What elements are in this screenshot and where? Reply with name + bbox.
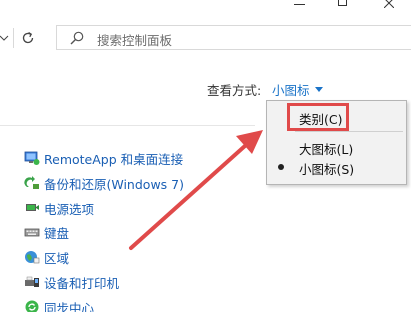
view-by-selected: 小图标 bbox=[272, 82, 310, 98]
menu-item-label: 大图标(L) bbox=[299, 142, 354, 157]
control-panel-window: 搜索控制面板 查看方式: 小图标 类别(C) 大图标(L) 小图标(S) Rem… bbox=[0, 0, 411, 312]
cp-item-power[interactable]: 电源选项 bbox=[24, 198, 94, 218]
menu-item-label: 小图标(S) bbox=[299, 162, 355, 177]
cp-item-sync-center[interactable]: 同步中心 bbox=[24, 297, 94, 312]
sync-center-icon bbox=[25, 300, 39, 312]
search-icon bbox=[70, 31, 84, 45]
chevron-down-icon bbox=[0, 35, 9, 41]
cp-item-label: 设备和打印机 bbox=[44, 275, 120, 291]
dropdown-arrow-icon bbox=[314, 86, 323, 92]
cp-item-backup[interactable]: 备份和还原(Windows 7) bbox=[24, 173, 184, 193]
cp-item-label: 同步中心 bbox=[44, 300, 95, 312]
power-icon bbox=[26, 204, 39, 211]
backup-icon bbox=[24, 176, 39, 189]
cp-item-devices-printers[interactable]: 设备和打印机 bbox=[24, 272, 119, 292]
view-by-dropdown[interactable]: 小图标 bbox=[272, 79, 323, 99]
region-icon bbox=[25, 251, 40, 264]
cp-item-label: RemoteApp 和桌面连接 bbox=[44, 151, 184, 167]
close-icon bbox=[384, 0, 394, 8]
refresh-icon bbox=[22, 32, 34, 44]
cp-item-region[interactable]: 区域 bbox=[24, 247, 69, 267]
close-button[interactable] bbox=[375, 0, 405, 10]
cp-item-keyboard[interactable]: 键盘 bbox=[24, 222, 69, 242]
minimize-button[interactable] bbox=[287, 0, 313, 10]
refresh-button[interactable] bbox=[15, 26, 41, 50]
recent-locations-button[interactable] bbox=[0, 28, 12, 48]
devices-printers-icon bbox=[25, 276, 39, 287]
maximize-button[interactable] bbox=[330, 0, 356, 10]
cp-item-remoteapp[interactable]: RemoteApp 和桌面连接 bbox=[24, 148, 183, 168]
search-placeholder: 搜索控制面板 bbox=[97, 33, 173, 48]
nav-separator bbox=[13, 28, 14, 48]
cp-item-label: 电源选项 bbox=[44, 201, 95, 217]
remoteapp-icon bbox=[24, 151, 40, 165]
cp-item-label: 备份和还原(Windows 7) bbox=[44, 176, 184, 192]
annotation-highlight-box bbox=[287, 103, 349, 131]
radio-selected-icon bbox=[278, 164, 284, 170]
keyboard-icon bbox=[24, 228, 40, 237]
menu-item-small-icons[interactable]: 小图标(S) bbox=[267, 157, 406, 177]
menu-item-large-icons[interactable]: 大图标(L) bbox=[267, 137, 406, 157]
search-input[interactable]: 搜索控制面板 bbox=[56, 25, 411, 50]
view-by-label: 查看方式: bbox=[207, 83, 262, 98]
cp-item-label: 键盘 bbox=[44, 225, 70, 241]
cp-item-label: 区域 bbox=[44, 250, 70, 266]
section-divider bbox=[0, 125, 255, 126]
menu-divider bbox=[295, 131, 403, 132]
